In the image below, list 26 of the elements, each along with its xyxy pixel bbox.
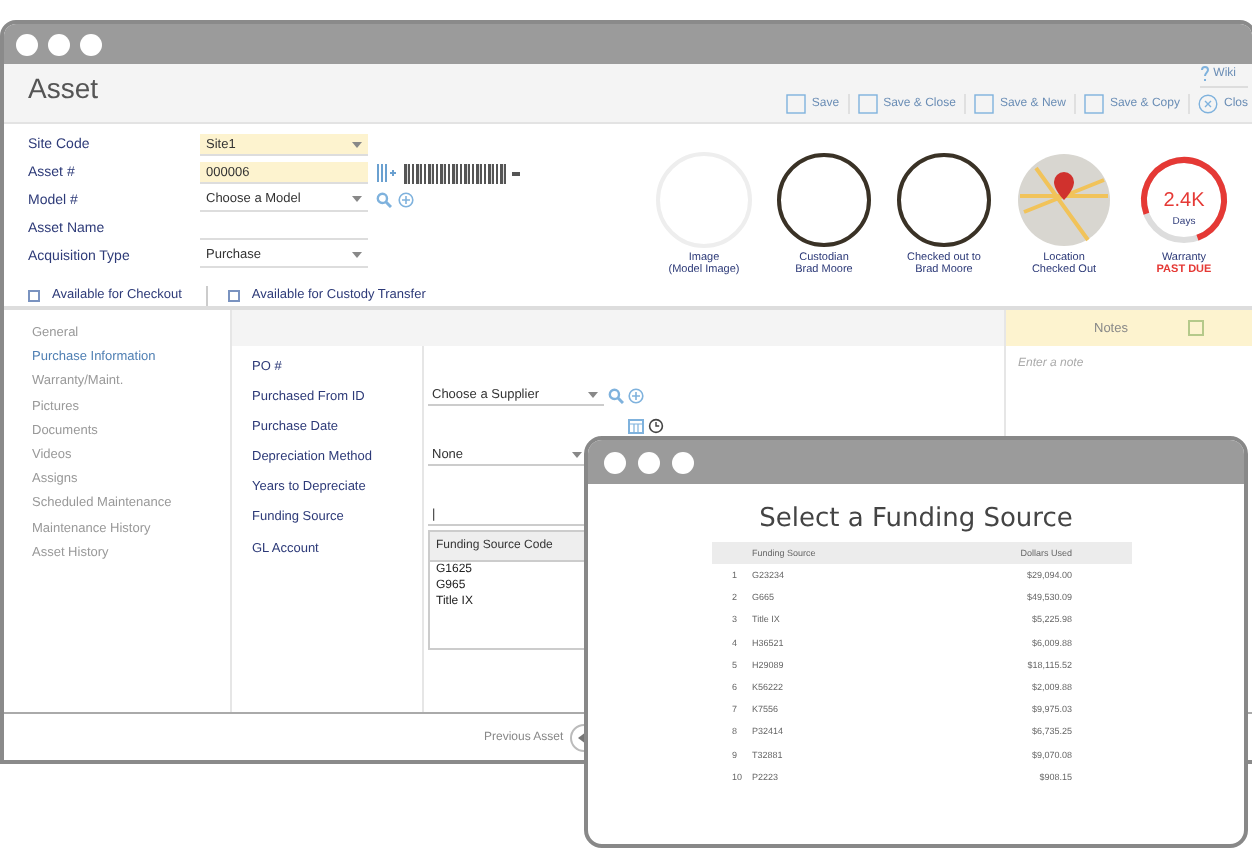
search-icon[interactable] — [608, 387, 624, 403]
avatar-circle — [776, 152, 872, 248]
help-icon — [1199, 66, 1210, 82]
save-icon — [785, 94, 806, 114]
barcode-drawing — [404, 163, 520, 184]
clock-icon[interactable] — [648, 417, 664, 433]
page-title: Asset — [28, 72, 99, 108]
search-icon[interactable] — [376, 192, 392, 209]
caret-icon — [352, 252, 362, 259]
save-icon[interactable] — [1187, 320, 1204, 336]
barcode-add-icon[interactable] — [376, 164, 396, 183]
caret-icon — [352, 141, 362, 148]
caret-icon — [352, 196, 362, 203]
add-icon[interactable] — [628, 387, 644, 403]
avatar-circle — [896, 152, 992, 248]
add-icon[interactable] — [398, 192, 414, 209]
close-icon — [1197, 94, 1218, 114]
save-icon — [857, 94, 878, 114]
checkbox[interactable] — [227, 289, 240, 302]
map-thumbnail — [1016, 152, 1112, 248]
checkbox[interactable] — [28, 289, 40, 302]
popup-title: Select a Funding Source — [757, 504, 1075, 534]
save-icon — [1083, 94, 1104, 114]
gauge-reading: 2.4K — [1163, 190, 1205, 212]
save-icon — [973, 94, 994, 114]
caret-icon — [588, 391, 598, 397]
